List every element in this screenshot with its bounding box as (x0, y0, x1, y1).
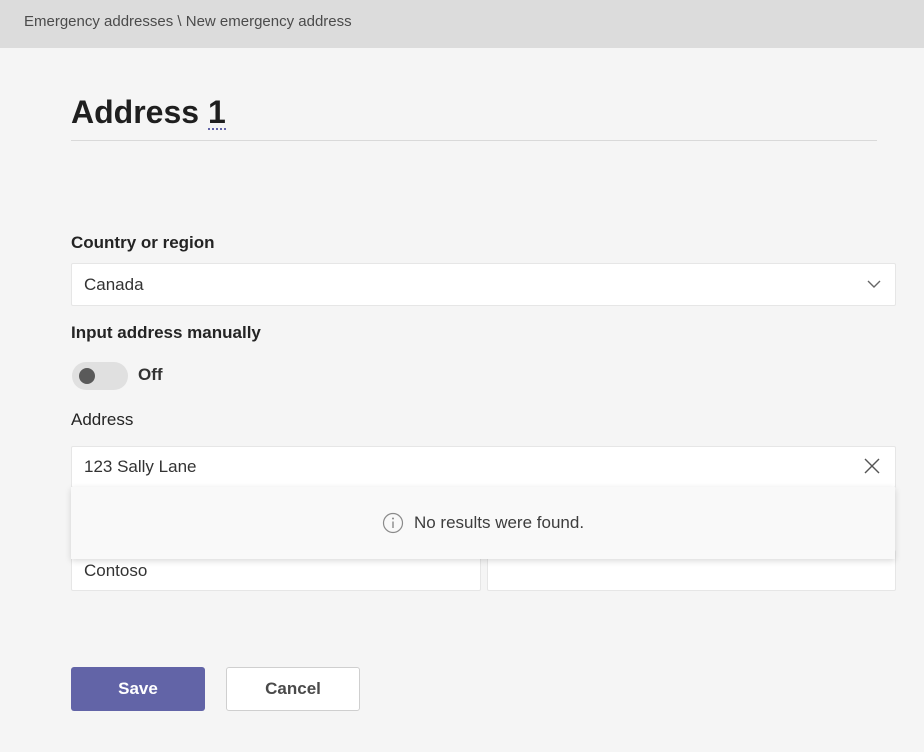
manual-input-label: Input address manually (71, 323, 261, 342)
address-input-value: 123 Sally Lane (84, 457, 197, 476)
close-icon[interactable] (863, 457, 881, 475)
top-bar: Emergency addresses \ New emergency addr… (0, 0, 924, 48)
save-button[interactable]: Save (71, 667, 205, 711)
manual-input-toggle[interactable] (72, 362, 128, 390)
title-divider (71, 140, 877, 141)
cancel-button[interactable]: Cancel (226, 667, 360, 711)
chevron-down-icon[interactable] (867, 277, 881, 291)
info-icon (382, 512, 404, 534)
address-search-results: No results were found. (71, 487, 895, 559)
breadcrumb[interactable]: Emergency addresses \ New emergency addr… (24, 13, 352, 30)
country-select[interactable]: Canada (71, 263, 896, 306)
page-title-text: Address (71, 94, 200, 130)
page-title: Address 1 (71, 94, 226, 131)
no-results-message: No results were found. (413, 513, 585, 532)
address-input[interactable]: 123 Sally Lane (71, 446, 896, 488)
organization-input-value: Contoso (84, 560, 148, 580)
toggle-state-text: Off (138, 365, 163, 384)
country-select-value: Canada (84, 274, 144, 294)
country-label: Country or region (71, 233, 215, 252)
toggle-knob (79, 368, 95, 384)
title-edit-marker (208, 128, 226, 130)
address-label: Address (71, 410, 134, 429)
page-title-number: 1 (207, 94, 226, 130)
